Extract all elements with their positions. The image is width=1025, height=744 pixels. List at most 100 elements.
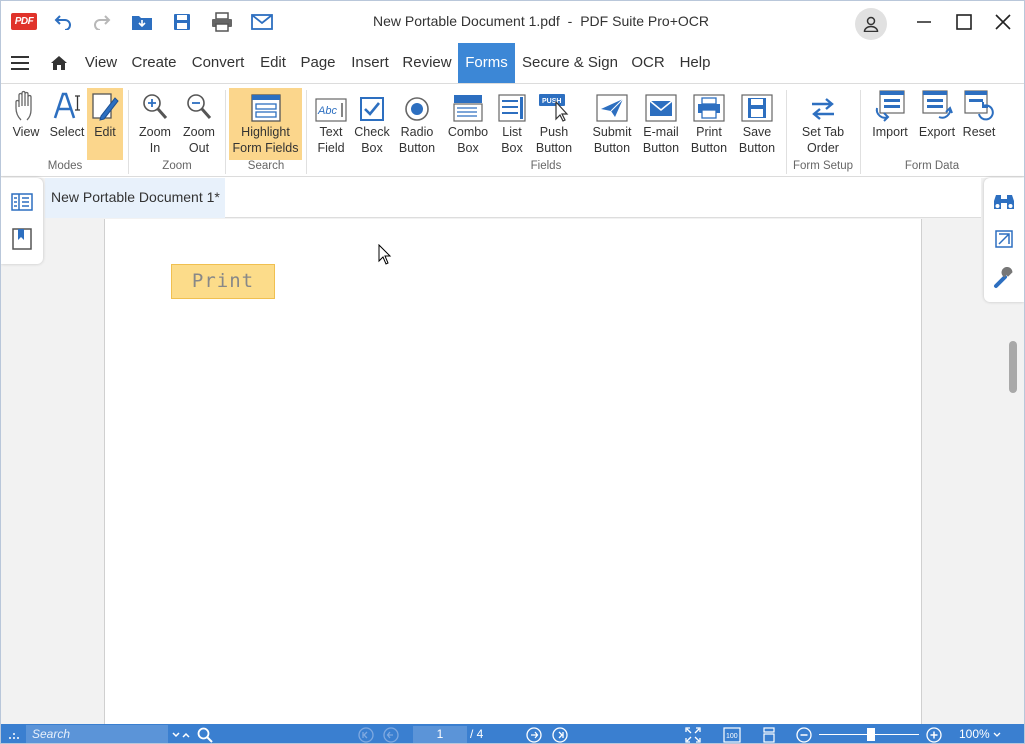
crop-icon[interactable] bbox=[992, 227, 1016, 251]
mouse-cursor-icon bbox=[378, 243, 392, 269]
combo-box-icon bbox=[445, 88, 491, 124]
import-button[interactable]: Import bbox=[867, 88, 913, 160]
text-field-icon: Abc bbox=[312, 88, 350, 124]
list-box-button[interactable]: List Box bbox=[494, 88, 530, 160]
binoculars-icon[interactable] bbox=[992, 189, 1016, 213]
zoom-out-label: Zoom Out bbox=[183, 125, 215, 155]
menu-review[interactable]: Review bbox=[399, 43, 455, 83]
reset-button[interactable]: Reset bbox=[959, 88, 999, 160]
menu-page[interactable]: Page bbox=[297, 43, 339, 83]
combo-box-button[interactable]: Combo Box bbox=[445, 88, 491, 160]
check-box-button[interactable]: Check Box bbox=[352, 88, 392, 160]
thumbnails-panel-icon[interactable] bbox=[10, 190, 34, 214]
minimize-icon[interactable] bbox=[911, 9, 937, 35]
previous-page-icon[interactable] bbox=[381, 726, 401, 743]
hamburger-menu-icon[interactable] bbox=[5, 43, 35, 83]
menu-help[interactable]: Help bbox=[673, 43, 717, 83]
search-options-chevrons-icon[interactable] bbox=[170, 726, 192, 743]
page-layout-icon[interactable] bbox=[759, 726, 779, 743]
zoom-slider-thumb[interactable] bbox=[867, 728, 875, 741]
zoom-in-status-icon[interactable] bbox=[924, 726, 944, 743]
home-icon[interactable] bbox=[45, 43, 73, 83]
menu-edit[interactable]: Edit bbox=[255, 43, 291, 83]
open-folder-icon[interactable] bbox=[130, 10, 154, 34]
combo-box-label: Combo Box bbox=[447, 125, 489, 155]
tab-strip bbox=[225, 178, 981, 218]
ribbon-toolbar: View Select Edit Modes Zoom In Zoom Out … bbox=[1, 84, 1024, 177]
save-icon[interactable] bbox=[170, 10, 194, 34]
check-box-label: Check Box bbox=[354, 125, 390, 155]
redo-icon[interactable] bbox=[90, 10, 114, 34]
user-account-icon[interactable] bbox=[855, 8, 887, 40]
group-divider bbox=[225, 90, 226, 174]
svg-text:Abc: Abc bbox=[317, 105, 337, 117]
reset-icon bbox=[959, 88, 999, 124]
select-mode-button[interactable]: Select bbox=[47, 88, 87, 160]
push-button-button[interactable]: PUSH Push Button bbox=[532, 88, 576, 160]
email-button-label: E-mail Button bbox=[642, 125, 680, 155]
edit-mode-label: Edit bbox=[94, 125, 116, 139]
vertical-scrollbar-thumb[interactable] bbox=[1009, 341, 1017, 393]
zoom-level-value: 100% bbox=[959, 727, 994, 741]
first-page-icon[interactable] bbox=[356, 726, 376, 743]
menu-insert[interactable]: Insert bbox=[345, 43, 395, 83]
close-icon[interactable] bbox=[990, 9, 1016, 35]
fit-page-icon[interactable] bbox=[683, 726, 703, 743]
last-page-icon[interactable] bbox=[550, 726, 570, 743]
document-tab[interactable]: New Portable Document 1* bbox=[45, 178, 225, 218]
menu-ocr[interactable]: OCR bbox=[627, 43, 669, 83]
next-page-icon[interactable] bbox=[524, 726, 544, 743]
save-button-button[interactable]: Save Button bbox=[735, 88, 779, 160]
edit-mode-button[interactable]: Edit bbox=[87, 88, 123, 160]
chevron-down-icon bbox=[993, 732, 1001, 737]
wrench-icon[interactable] bbox=[992, 266, 1016, 290]
search-icon[interactable] bbox=[195, 726, 215, 743]
actual-size-icon[interactable]: 100 bbox=[721, 726, 743, 743]
export-label: Export bbox=[918, 125, 956, 139]
menu-create[interactable]: Create bbox=[127, 43, 181, 83]
push-button-label: Push Button bbox=[535, 125, 573, 155]
menu-forms[interactable]: Forms bbox=[458, 43, 515, 83]
menu-secure-sign[interactable]: Secure & Sign bbox=[519, 43, 621, 83]
menu-view[interactable]: View bbox=[79, 43, 123, 83]
group-divider bbox=[306, 90, 307, 174]
zoom-level-dropdown[interactable]: 100% bbox=[959, 726, 1001, 743]
zoom-out-status-icon[interactable] bbox=[794, 726, 814, 743]
export-button[interactable]: Export bbox=[915, 88, 959, 160]
set-tab-order-button[interactable]: Set Tab Order bbox=[796, 88, 850, 160]
reset-label: Reset bbox=[962, 125, 996, 139]
export-icon bbox=[915, 88, 959, 124]
total-pages-label: / 4 bbox=[470, 727, 484, 741]
submit-button-label: Submit Button bbox=[592, 125, 632, 155]
save-button-label: Save Button bbox=[738, 125, 776, 155]
status-search-input[interactable]: Search bbox=[26, 725, 168, 743]
submit-button-button[interactable]: Submit Button bbox=[588, 88, 636, 160]
view-mode-button[interactable]: View bbox=[7, 88, 45, 160]
page-number-input[interactable]: 1 bbox=[413, 726, 467, 743]
zoom-out-button[interactable]: Zoom Out bbox=[178, 88, 220, 160]
svg-text:100: 100 bbox=[726, 733, 738, 740]
highlight-form-fields-button[interactable]: Highlight Form Fields bbox=[229, 88, 302, 160]
app-name: PDF Suite Pro+OCR bbox=[580, 13, 709, 29]
envelope-icon bbox=[639, 88, 683, 124]
print-form-field[interactable]: Print bbox=[171, 264, 275, 299]
select-mode-label: Select bbox=[49, 125, 85, 139]
app-logo: PDF bbox=[11, 13, 37, 30]
text-field-button[interactable]: Abc Text Field bbox=[312, 88, 350, 160]
bookmarks-panel-icon[interactable] bbox=[10, 227, 34, 251]
menu-convert[interactable]: Convert bbox=[185, 43, 251, 83]
zoom-in-button[interactable]: Zoom In bbox=[134, 88, 176, 160]
list-box-icon bbox=[494, 88, 530, 124]
print-icon[interactable] bbox=[210, 10, 234, 34]
status-grip-icon bbox=[8, 726, 20, 743]
text-select-icon bbox=[47, 88, 87, 124]
print-button-button[interactable]: Print Button bbox=[687, 88, 731, 160]
floppy-disk-icon bbox=[735, 88, 779, 124]
group-form-data-label: Form Data bbox=[904, 160, 960, 172]
group-divider bbox=[786, 90, 787, 174]
radio-button-button[interactable]: Radio Button bbox=[395, 88, 439, 160]
undo-icon[interactable] bbox=[51, 10, 75, 34]
email-button-button[interactable]: E-mail Button bbox=[639, 88, 683, 160]
maximize-icon[interactable] bbox=[951, 9, 977, 35]
email-icon[interactable] bbox=[250, 10, 274, 34]
